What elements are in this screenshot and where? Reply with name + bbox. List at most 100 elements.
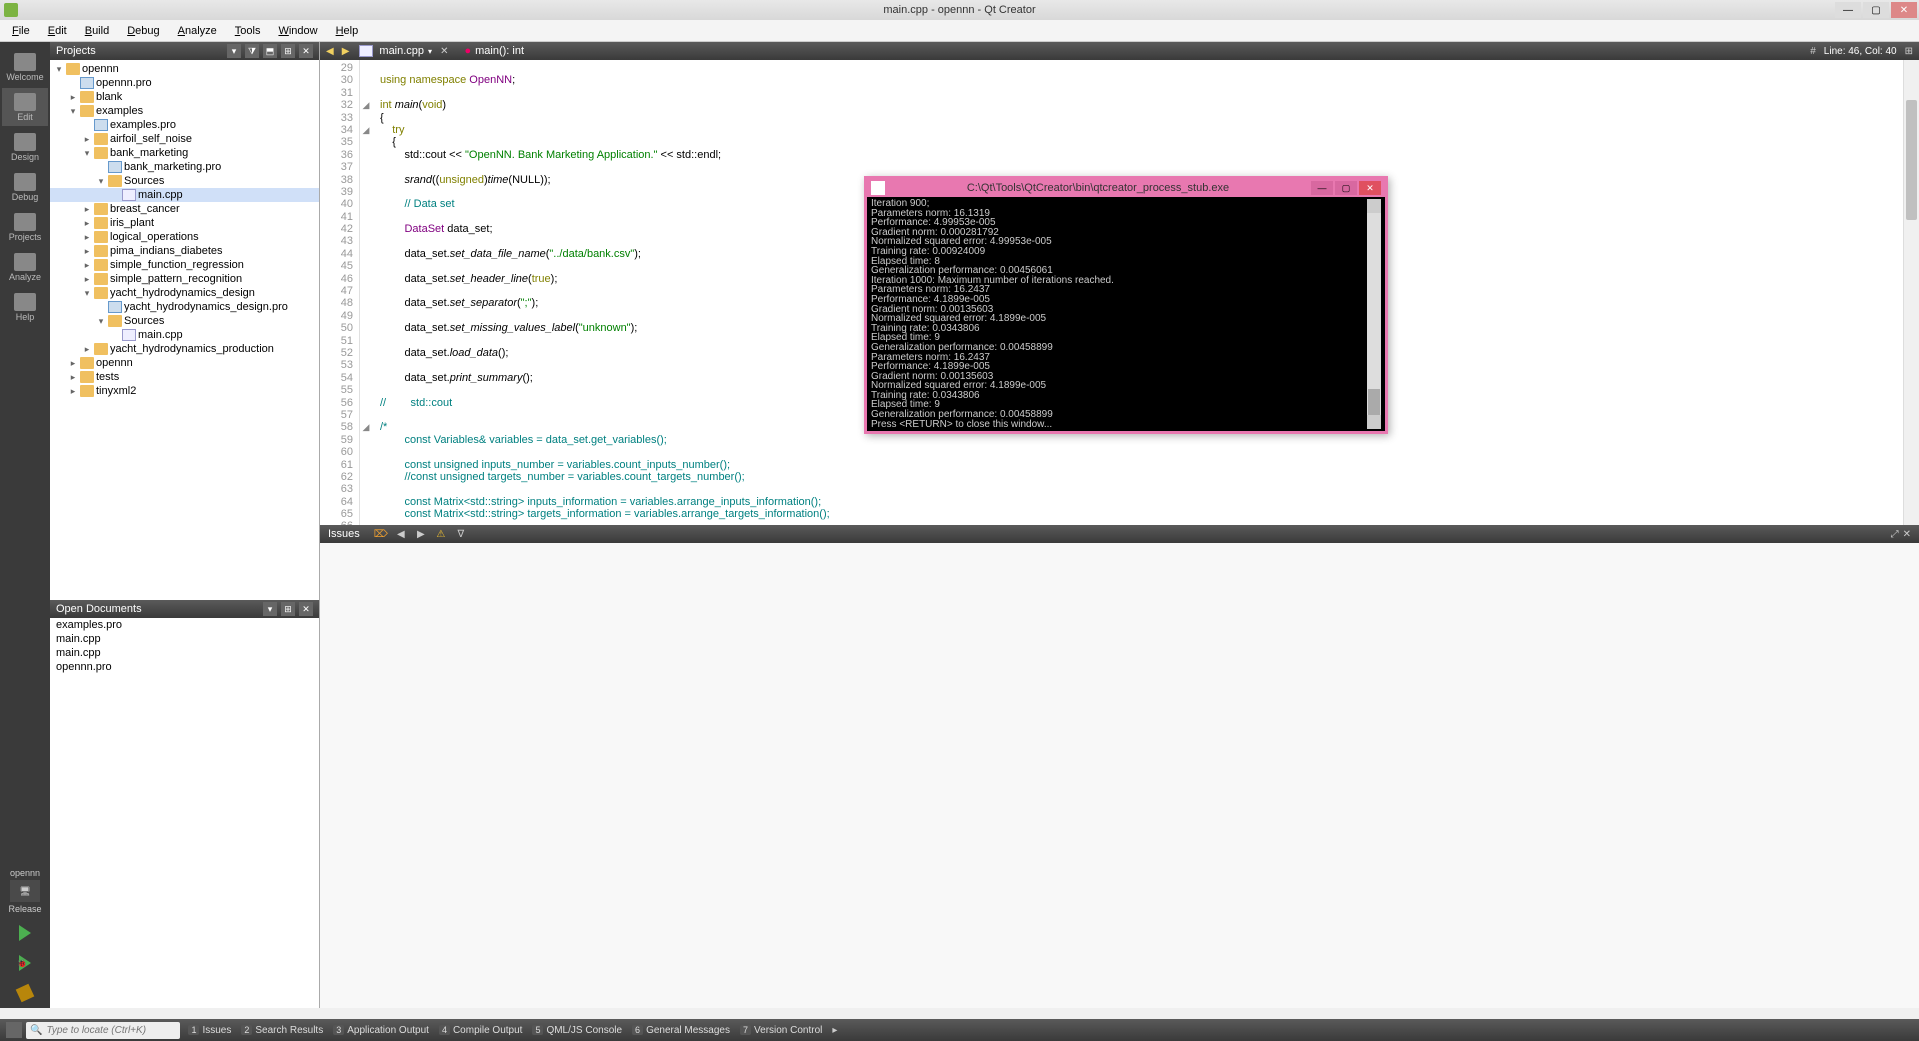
open-document-item[interactable]: main.cpp [50,646,319,660]
open-document-item[interactable]: main.cpp [50,632,319,646]
tree-twisty[interactable]: ▾ [54,64,64,75]
tree-item[interactable]: ▸logical_operations [50,230,319,244]
run-button[interactable] [10,920,40,946]
close-pane-icon[interactable]: ✕ [299,44,313,58]
next-issue-icon[interactable]: ▶ [414,527,428,541]
menu-tools[interactable]: Tools [227,23,269,39]
tree-twisty[interactable]: ▾ [68,106,78,117]
prev-issue-icon[interactable]: ◀ [394,527,408,541]
sync-icon[interactable]: ⬒ [263,44,277,58]
minimize-button[interactable]: — [1835,2,1861,18]
warning-filter-icon[interactable]: ⚠ [434,527,448,541]
tree-twisty[interactable]: ▸ [82,232,92,243]
line-ending-button[interactable]: # [1810,46,1816,57]
output-tab-general-messages[interactable]: 6General Messages [628,1024,734,1037]
tree-twisty[interactable]: ▸ [82,204,92,215]
console-close-button[interactable]: ✕ [1359,181,1381,195]
tree-twisty[interactable]: ▸ [82,274,92,285]
menu-help[interactable]: Help [328,23,367,39]
console-scrollbar[interactable]: ▴ ▾ [1367,199,1381,429]
filter-icon[interactable]: ∇ [454,527,468,541]
tree-item[interactable]: ▸simple_pattern_recognition [50,272,319,286]
open-documents-list[interactable]: examples.promain.cppmain.cppopennn.pro [50,618,319,1008]
split-editor-button[interactable]: ⊞ [1905,46,1913,57]
console-minimize-button[interactable]: — [1311,181,1333,195]
close-file-button[interactable]: ✕ [440,46,448,57]
tree-item[interactable]: ▾yacht_hydrodynamics_design [50,286,319,300]
menu-analyze[interactable]: Analyze [170,23,225,39]
tree-item[interactable]: examples.pro [50,118,319,132]
open-document-item[interactable]: examples.pro [50,618,319,632]
tree-item[interactable]: ▸iris_plant [50,216,319,230]
kit-selector[interactable]: opennn 🖥 Release [8,868,41,914]
tree-twisty[interactable]: ▸ [82,260,92,271]
tree-item[interactable]: ▸breast_cancer [50,202,319,216]
tree-item[interactable]: ▾Sources [50,314,319,328]
more-tabs-button[interactable]: ▸ [832,1025,837,1036]
symbol-selector[interactable]: ● main(): int [464,45,524,57]
tree-item[interactable]: main.cpp [50,188,319,202]
tree-twisty[interactable]: ▸ [82,134,92,145]
close-button[interactable]: ✕ [1891,2,1917,18]
tree-item[interactable]: ▸pima_indians_diabetes [50,244,319,258]
tree-twisty[interactable]: ▸ [82,246,92,257]
scroll-up-button[interactable]: ▴ [1367,199,1381,213]
tree-item[interactable]: ▸tinyxml2 [50,384,319,398]
mode-debug[interactable]: Debug [2,168,48,206]
tree-item[interactable]: main.cpp [50,328,319,342]
output-tab-application-output[interactable]: 3Application Output [329,1024,433,1037]
tree-item[interactable]: ▾examples [50,104,319,118]
tree-twisty[interactable]: ▸ [68,358,78,369]
chevron-down-icon[interactable]: ▾ [227,44,241,58]
vertical-scrollbar[interactable] [1903,60,1919,525]
tree-twisty[interactable]: ▾ [96,176,106,187]
project-tree[interactable]: ▾opennnopennn.pro▸blank▾examplesexamples… [50,60,319,600]
locator-input[interactable] [46,1025,176,1036]
toggle-left-sidebar-button[interactable] [6,1022,22,1038]
tree-twisty[interactable]: ▸ [82,218,92,229]
tree-item[interactable]: ▾Sources [50,174,319,188]
maximize-pane-icon[interactable]: ⤢ [1891,529,1899,540]
chevron-down-icon[interactable]: ▾ [263,602,277,616]
menu-file[interactable]: File [4,23,38,39]
debug-run-button[interactable]: 🐞 [10,950,40,976]
tree-item[interactable]: ▾bank_marketing [50,146,319,160]
nav-forward-button[interactable]: ▶ [342,46,350,57]
mode-design[interactable]: Design [2,128,48,166]
build-button[interactable] [10,980,40,1006]
menu-debug[interactable]: Debug [119,23,167,39]
filter-icon[interactable]: ⧩ [245,44,259,58]
output-tab-compile-output[interactable]: 4Compile Output [435,1024,527,1037]
open-document-item[interactable]: opennn.pro [50,660,319,674]
tree-item[interactable]: ▸blank [50,90,319,104]
console-titlebar[interactable]: C:\Qt\Tools\QtCreator\bin\qtcreator_proc… [867,179,1385,197]
close-pane-icon[interactable]: ✕ [299,602,313,616]
menu-build[interactable]: Build [77,23,117,39]
locator[interactable]: 🔍 [26,1022,180,1039]
scrollbar-thumb[interactable] [1368,389,1380,415]
issues-pane[interactable] [320,543,1919,1008]
mode-edit[interactable]: Edit [2,88,48,126]
menu-window[interactable]: Window [270,23,325,39]
tree-twisty[interactable]: ▸ [68,372,78,383]
split-icon[interactable]: ⊞ [281,44,295,58]
fold-gutter[interactable]: ◢◢◢ [360,60,372,525]
tree-item[interactable]: ▸simple_function_regression [50,258,319,272]
console-output[interactable]: Iteration 900; Parameters norm: 16.1319 … [867,197,1385,431]
tree-twisty[interactable]: ▸ [68,92,78,103]
tree-item[interactable]: bank_marketing.pro [50,160,319,174]
mode-projects[interactable]: Projects [2,208,48,246]
tree-twisty[interactable]: ▾ [96,316,106,327]
output-tab-version-control[interactable]: 7Version Control [736,1024,826,1037]
scroll-down-button[interactable]: ▾ [1367,415,1381,429]
tree-twisty[interactable]: ▸ [68,386,78,397]
mode-help[interactable]: Help [2,288,48,326]
tree-item[interactable]: ▸airfoil_self_noise [50,132,319,146]
nav-back-button[interactable]: ◀ [326,46,334,57]
tree-item[interactable]: ▸yacht_hydrodynamics_production [50,342,319,356]
tree-item[interactable]: ▾opennn [50,62,319,76]
tree-twisty[interactable]: ▾ [82,288,92,299]
menu-edit[interactable]: Edit [40,23,75,39]
close-pane-icon[interactable]: ✕ [1903,529,1911,540]
output-tab-issues[interactable]: 1Issues [184,1024,235,1037]
